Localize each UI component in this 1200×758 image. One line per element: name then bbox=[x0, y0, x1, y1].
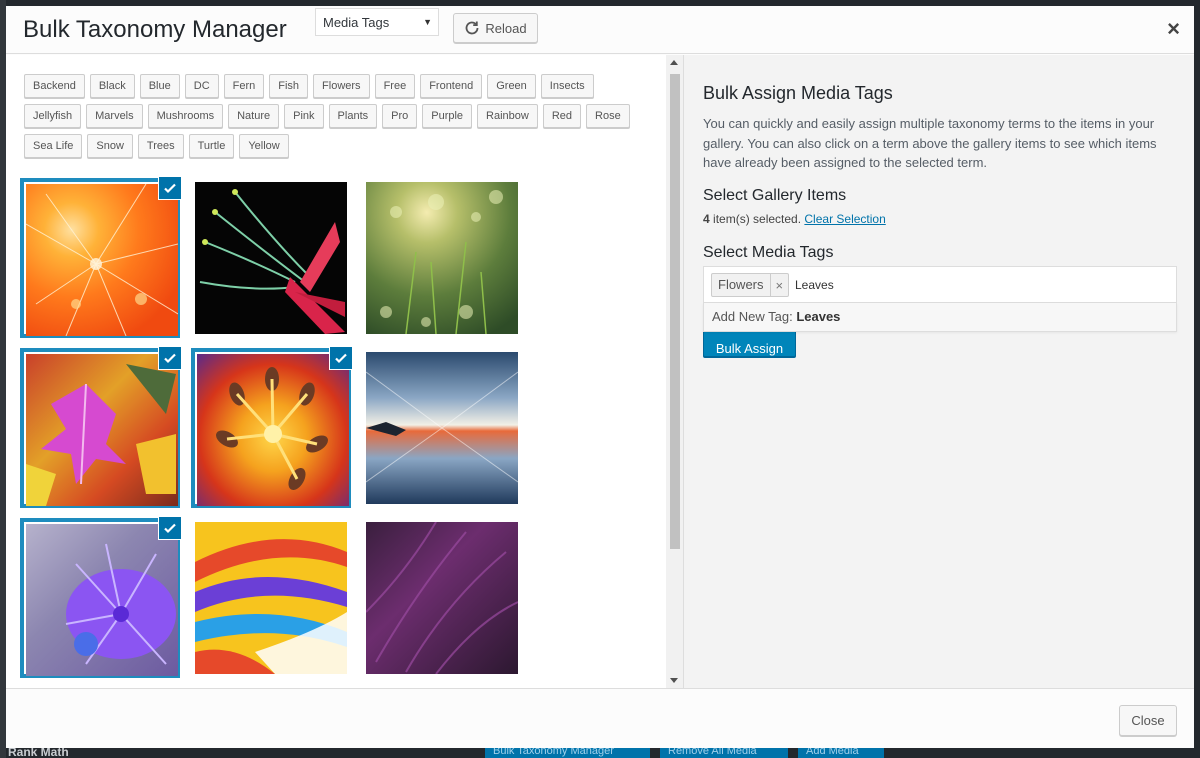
tag-filter-yellow[interactable]: Yellow bbox=[239, 134, 289, 158]
gallery-item[interactable] bbox=[191, 518, 351, 678]
tag-filter-red[interactable]: Red bbox=[542, 104, 582, 128]
media-tags-heading: Select Media Tags bbox=[703, 244, 834, 261]
gallery-item[interactable] bbox=[362, 348, 522, 508]
tag-filter-snow[interactable]: Snow bbox=[87, 134, 133, 158]
purple-chrysanthemum-image bbox=[26, 524, 178, 676]
tag-filter-mushrooms[interactable]: Mushrooms bbox=[147, 104, 224, 128]
tag-input[interactable]: Leaves bbox=[795, 278, 834, 292]
modal-footer: Close bbox=[6, 688, 1194, 748]
taxonomy-select-value: Media Tags bbox=[323, 15, 390, 30]
grass-art bbox=[380, 190, 503, 335]
dandelion-seeds-art bbox=[26, 184, 178, 336]
tag-filter-rose[interactable]: Rose bbox=[586, 104, 630, 128]
bulk-assign-label: Bulk Assign bbox=[715, 341, 784, 356]
remove-tag-icon[interactable]: × bbox=[771, 278, 789, 293]
selected-count-number: 4 bbox=[703, 212, 710, 226]
tag-filter-flowers[interactable]: Flowers bbox=[313, 74, 370, 98]
reload-button[interactable]: Reload bbox=[453, 13, 538, 43]
gallery-item[interactable] bbox=[20, 346, 182, 508]
selected-check-icon[interactable] bbox=[158, 176, 182, 200]
gallery-item[interactable] bbox=[191, 346, 353, 508]
gallery-items-heading: Select Gallery Items bbox=[703, 187, 847, 204]
close-icon[interactable]: × bbox=[1167, 18, 1180, 40]
flower-stamens-image bbox=[195, 182, 347, 334]
tag-chip-flowers: Flowers × bbox=[711, 273, 790, 297]
tag-filter-marvels[interactable]: Marvels bbox=[86, 104, 143, 128]
tag-filter-fern[interactable]: Fern bbox=[223, 74, 265, 98]
selected-check-icon[interactable] bbox=[329, 346, 353, 370]
tag-filter-nature[interactable]: Nature bbox=[228, 104, 280, 128]
scroll-up-icon[interactable] bbox=[670, 60, 678, 65]
tag-token-field[interactable]: Flowers × Leaves bbox=[703, 266, 1177, 303]
tag-filter-dc[interactable]: DC bbox=[184, 74, 219, 98]
panel-description: You can quickly and easily assign multip… bbox=[703, 116, 1157, 170]
stamens-art bbox=[199, 189, 345, 334]
dandelion-orange-image bbox=[26, 184, 178, 336]
bulk-assign-panel: Bulk Assign Media Tags You can quickly a… bbox=[683, 55, 1194, 688]
tag-filter-purple[interactable]: Purple bbox=[422, 104, 473, 128]
suggestion-prefix: Add New Tag: bbox=[712, 309, 797, 324]
close-button[interactable]: Close bbox=[1119, 705, 1177, 736]
refresh-icon bbox=[466, 21, 479, 35]
tag-filter-green[interactable]: Green bbox=[487, 74, 536, 98]
selection-count: 4 item(s) selected. Clear Selection bbox=[703, 212, 886, 226]
leaves-art bbox=[26, 364, 176, 506]
gallery-item[interactable] bbox=[362, 178, 522, 338]
tag-filter-pro[interactable]: Pro bbox=[382, 104, 418, 128]
tag-filter-black[interactable]: Black bbox=[89, 74, 135, 98]
tag-filter-trees[interactable]: Trees bbox=[137, 134, 184, 158]
add-new-tag-suggestion[interactable]: Add New Tag: Leaves bbox=[703, 303, 1177, 332]
gallery-scrollbar[interactable] bbox=[666, 55, 683, 688]
tag-filter-insects[interactable]: Insects bbox=[540, 74, 594, 98]
scrollbar-thumb[interactable] bbox=[670, 74, 680, 549]
reflection-art bbox=[365, 371, 519, 483]
swirl-art bbox=[195, 539, 347, 674]
color-swirl-image bbox=[195, 522, 347, 674]
tag-filter-turtle[interactable]: Turtle bbox=[188, 134, 235, 158]
modal-header: Bulk Taxonomy Manager Media Tags ▼ Reloa… bbox=[6, 6, 1194, 54]
selected-check-icon[interactable] bbox=[158, 516, 182, 540]
tag-filter-list: Backend Black Blue DC Fern Fish Flowers Free Fro… bbox=[24, 74, 644, 158]
bulk-taxonomy-modal: Bulk Taxonomy Manager Media Tags ▼ Reloa… bbox=[6, 6, 1194, 748]
tag-filter-backend[interactable]: Backend bbox=[24, 74, 85, 98]
selected-count-suffix: item(s) selected. bbox=[709, 212, 802, 226]
autumn-leaves-image bbox=[26, 354, 178, 506]
suggestion-value: Leaves bbox=[796, 309, 841, 324]
tag-filter-free[interactable]: Free bbox=[374, 74, 416, 98]
dropdown-arrow-icon: ▼ bbox=[423, 17, 432, 27]
clear-selection-link[interactable]: Clear Selection bbox=[804, 212, 885, 226]
tag-filter-frontend[interactable]: Frontend bbox=[420, 74, 483, 98]
tag-filter-plants[interactable]: Plants bbox=[328, 104, 378, 128]
scroll-down-icon[interactable] bbox=[670, 678, 678, 683]
sky-reflection-image bbox=[365, 352, 519, 504]
grass-bokeh-image bbox=[366, 182, 518, 335]
tag-chip-label: Flowers bbox=[712, 274, 771, 296]
chrysanthemum-art bbox=[65, 543, 176, 665]
modal-title: Bulk Taxonomy Manager bbox=[23, 16, 287, 43]
tag-filter-fish[interactable]: Fish bbox=[269, 74, 309, 98]
reload-button-label: Reload bbox=[485, 20, 527, 36]
lily-macro-image bbox=[197, 354, 349, 506]
gallery-item[interactable] bbox=[191, 178, 351, 338]
taxonomy-select[interactable]: Media Tags ▼ bbox=[315, 8, 439, 36]
tag-filter-pink[interactable]: Pink bbox=[284, 104, 324, 128]
feathers-art bbox=[365, 521, 519, 675]
gallery-area: Backend Black Blue DC Fern Fish Flowers Free Fro… bbox=[6, 55, 666, 688]
selected-check-icon[interactable] bbox=[158, 346, 182, 370]
gallery-item[interactable] bbox=[20, 516, 182, 678]
tag-filter-sea-life[interactable]: Sea Life bbox=[24, 134, 83, 158]
tag-filter-rainbow[interactable]: Rainbow bbox=[477, 104, 538, 128]
lily-art bbox=[216, 367, 328, 490]
tag-filter-blue[interactable]: Blue bbox=[139, 74, 180, 98]
gallery-item[interactable] bbox=[362, 518, 522, 678]
panel-title: Bulk Assign Media Tags bbox=[703, 83, 893, 103]
gallery-item[interactable] bbox=[20, 176, 182, 338]
purple-feathers-image bbox=[365, 521, 519, 675]
tag-filter-jellyfish[interactable]: Jellyfish bbox=[24, 104, 82, 128]
